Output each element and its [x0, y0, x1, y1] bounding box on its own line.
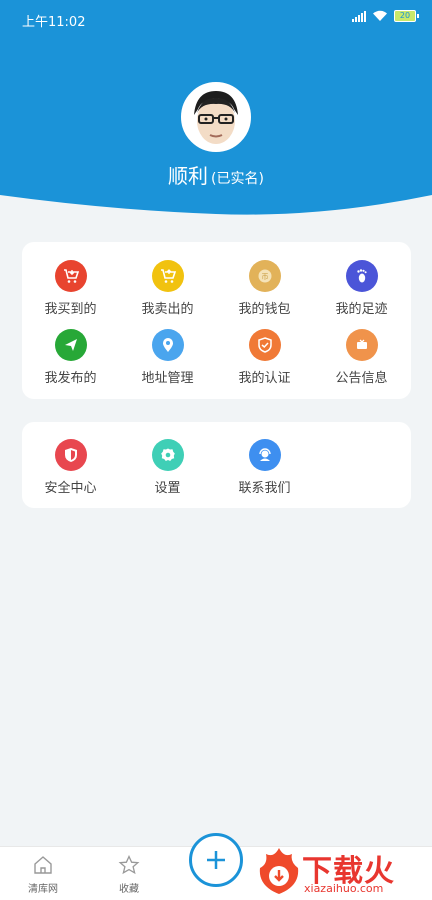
grid-item-address[interactable]: 地址管理 [119, 329, 216, 386]
battery-icon: 20 [394, 10, 419, 22]
paper-plane-icon [54, 329, 87, 361]
grid-item-label: 公告信息 [335, 371, 388, 386]
location-pin-icon [151, 329, 184, 361]
customer-service-icon [248, 439, 281, 471]
grid-item-footprint[interactable]: 我的足迹 [313, 260, 410, 317]
watermark-subtitle: xiazaihuo.com [304, 882, 384, 895]
grid-item-label: 联系我们 [238, 481, 291, 496]
gear-icon [151, 439, 184, 471]
flame-logo-icon [259, 848, 299, 894]
grid-item-published[interactable]: 我发布的 [22, 329, 119, 386]
verified-tag: (已实名) [211, 171, 264, 187]
grid-item-label: 我卖出的 [141, 302, 194, 317]
plus-icon [207, 851, 225, 869]
publish-button[interactable] [189, 833, 243, 887]
grid-item-sold[interactable]: 我卖出的 [119, 260, 216, 317]
grid-item-wallet[interactable]: 币 我的钱包 [216, 260, 313, 317]
user-name-row: 顺利 (已实名) [0, 160, 432, 189]
cart-upload-icon [151, 260, 184, 292]
grid-item-label: 我发布的 [44, 371, 97, 386]
grid-item-announcement[interactable]: 公告信息 [313, 329, 410, 386]
shield-check-icon [248, 329, 281, 361]
wifi-icon [373, 10, 387, 21]
grid-item-bought[interactable]: 我买到的 [22, 260, 119, 317]
avatar[interactable] [181, 82, 251, 152]
status-time: 上午11:02 [22, 15, 86, 30]
nav-home[interactable]: 清库网 [13, 855, 73, 895]
signal-icon [352, 10, 366, 22]
watermark: 下载火 xiazaihuo.com [256, 842, 432, 900]
settings-grid-card: 安全中心 设置 联系我们 [22, 422, 411, 508]
grid-item-label: 安全中心 [44, 481, 97, 496]
grid-item-settings[interactable]: 设置 [119, 439, 216, 496]
home-icon [34, 856, 52, 874]
star-icon [118, 854, 140, 875]
announcement-icon [345, 329, 378, 361]
cart-download-icon [54, 260, 87, 292]
status-bar: 上午11:02 20 [0, 0, 432, 36]
wallet-coin-icon: 币 [248, 260, 281, 292]
grid-item-certification[interactable]: 我的认证 [216, 329, 313, 386]
svg-text:币: 币 [261, 273, 268, 281]
grid-item-label: 设置 [154, 481, 181, 496]
user-name: 顺利 [168, 164, 209, 188]
grid-item-label: 我的钱包 [238, 302, 291, 317]
grid-item-label: 地址管理 [141, 371, 194, 386]
avatar-portrait [184, 85, 248, 149]
function-grid-card: 我买到的 我卖出的 币 我的钱包 我的足迹 我发布的 地址管理 我的认证 公告信… [22, 242, 411, 399]
security-shield-icon [54, 439, 87, 471]
grid-item-label: 我的认证 [238, 371, 291, 386]
grid-item-security-center[interactable]: 安全中心 [22, 439, 119, 496]
status-icons: 20 [352, 10, 419, 22]
grid-item-label: 我的足迹 [335, 302, 388, 317]
nav-home-label: 清库网 [28, 884, 58, 895]
grid-item-contact-us[interactable]: 联系我们 [216, 439, 313, 496]
footprint-icon [345, 260, 378, 292]
grid-item-label: 我买到的 [44, 302, 97, 317]
nav-favorites[interactable]: 收藏 [99, 854, 159, 895]
nav-favorites-label: 收藏 [119, 884, 139, 895]
